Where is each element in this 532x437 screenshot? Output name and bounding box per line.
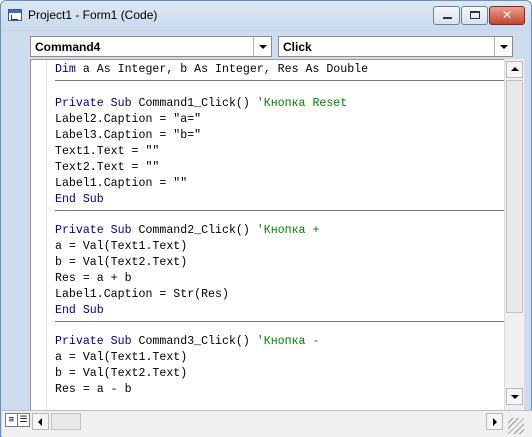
title-bar[interactable]: Project1 - Form1 (Code) ✕ [1,1,531,31]
minimize-icon [443,17,452,19]
full-module-view-icon[interactable]: ☰ [17,413,30,427]
resize-grip-icon[interactable] [508,418,524,434]
close-icon: ✕ [501,8,513,22]
app-icon [8,9,22,21]
chevron-down-icon[interactable] [494,37,512,56]
vertical-scrollbar[interactable] [504,59,524,410]
code-line: End Sub [55,304,104,317]
procedure-dropdown[interactable]: Click [278,36,513,57]
code-line: a = Val(Text1.Text) [55,240,188,253]
code-text-span: a As Integer, b As Integer, Res As Doubl… [82,63,369,76]
comment: 'Кнопка + [256,224,320,237]
code-editor[interactable]: Dim a As Integer, b As Integer, Res As D… [30,59,524,411]
vertical-scroll-thumb[interactable] [506,80,523,313]
code-line: Private Sub Command1_Click() 'Кнопка Res… [55,96,347,112]
code-window: Project1 - Form1 (Code) ✕ Command4 Click… [0,0,532,437]
code-line: Private Sub Command3_Click() 'Кнопка - [55,334,319,350]
code-line: b = Val(Text2.Text) [55,256,188,269]
code-line: a = Val(Text1.Text) [55,351,188,364]
maximize-icon [470,11,480,19]
code-line: Res = a + b [55,272,132,285]
procedure-separator [55,210,505,211]
margin-indicator-bar[interactable] [31,60,47,411]
bottom-bar: ≡ ☰ [2,410,532,437]
code-line: Label1.Caption = Str(Res) [55,288,229,301]
object-dropdown[interactable]: Command4 [30,36,272,57]
minimize-button[interactable] [433,6,460,25]
keyword: Private Sub [55,97,139,110]
maximize-button[interactable] [461,6,488,25]
code-line: Dim a As Integer, b As Integer, Res As D… [55,62,368,78]
code-line: Res = a - b [55,383,132,396]
close-button[interactable]: ✕ [489,6,525,25]
procedure-separator [55,321,505,322]
comment: 'Кнопка Reset [256,97,348,110]
procedure-dropdown-value: Click [283,40,312,54]
procedure-name: Command1_Click() [138,97,257,110]
scroll-left-button[interactable] [32,413,49,430]
procedure-separator [55,80,505,81]
code-line: Private Sub Command2_Click() 'Кнопка + [55,223,319,239]
code-line: Text1.Text = "" [55,145,160,158]
keyword: Dim [55,63,83,76]
scroll-up-button[interactable] [506,61,523,78]
scroll-down-button[interactable] [506,388,523,405]
comment: 'Кнопка - [256,335,320,348]
code-line: Label2.Caption = "a=" [55,113,202,126]
object-dropdown-value: Command4 [35,40,101,54]
code-line: End Sub [55,193,104,206]
code-line: Label1.Caption = "" [55,177,188,190]
code-line: Label3.Caption = "b=" [55,129,202,142]
code-line: b = Val(Text2.Text) [55,367,188,380]
chevron-down-icon[interactable] [253,37,271,56]
keyword: Private Sub [55,224,139,237]
window-title: Project1 - Form1 (Code) [28,8,158,22]
procedure-name: Command2_Click() [138,224,257,237]
code-line: Text2.Text = "" [55,161,160,174]
keyword: Private Sub [55,335,139,348]
procedure-name: Command3_Click() [138,335,257,348]
scroll-right-button[interactable] [486,413,503,430]
horizontal-scroll-thumb[interactable] [51,413,81,430]
